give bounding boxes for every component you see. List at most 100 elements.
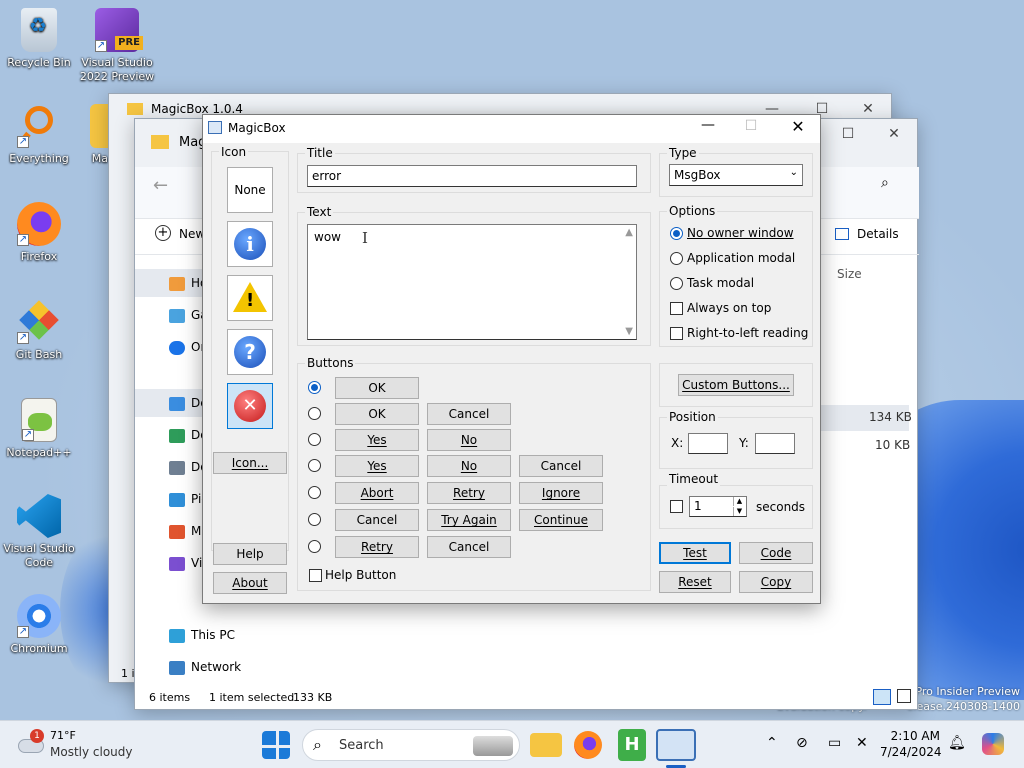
magicbox-taskbar-icon[interactable]: [656, 729, 696, 761]
btn-ok[interactable]: OK: [335, 377, 419, 399]
option-task-modal-radio[interactable]: [670, 277, 683, 290]
rtl-reading-checkbox[interactable]: [670, 327, 683, 340]
maximize-button[interactable]: ☐: [736, 118, 766, 134]
buttons-abort-retry-ignore-radio[interactable]: [308, 486, 321, 499]
help-button[interactable]: Help: [213, 543, 287, 565]
timeout-spinner[interactable]: 1 ▲ ▼: [689, 496, 747, 517]
network-off-icon[interactable]: ⊘: [796, 735, 808, 751]
reset-button[interactable]: Reset: [659, 571, 731, 593]
btn-cancel[interactable]: Cancel: [427, 403, 511, 425]
position-y-input[interactable]: [755, 433, 795, 454]
weather-widget[interactable]: 1 71°F Mostly cloudy: [14, 727, 154, 763]
nav-item-pictures[interactable]: Pic: [135, 485, 208, 513]
icon-info-button[interactable]: i: [227, 221, 273, 267]
size-column-header[interactable]: Size: [837, 267, 862, 281]
buttons-cancel-try-continue-radio[interactable]: [308, 513, 321, 526]
buttons-ok-radio[interactable]: [308, 381, 321, 394]
btn-abort[interactable]: Abort: [335, 482, 419, 504]
scroll-up-icon[interactable]: ▲: [625, 227, 633, 238]
desktop-icon-chromium[interactable]: ↗ Chromium: [0, 594, 78, 656]
btn-no[interactable]: No: [427, 455, 511, 477]
magicbox-dialog[interactable]: MagicBox — ☐ ✕ Icon None i ! ? ✕ Icon...…: [202, 114, 821, 604]
text-input[interactable]: wow I ▲ ▼: [307, 224, 637, 340]
back-arrow-icon[interactable]: ←: [153, 175, 168, 196]
timeout-checkbox[interactable]: [670, 500, 683, 513]
desktop-icon-visual-studio-preview[interactable]: PRE ↗ Visual Studio 2022 Preview: [78, 8, 156, 84]
scroll-down-icon[interactable]: ▼: [625, 326, 633, 337]
clock-date[interactable]: 7/24/2024: [880, 745, 942, 759]
desktop-icon-vscode[interactable]: Visual Studio Code: [0, 494, 78, 570]
close-button[interactable]: ✕: [783, 117, 813, 136]
desktop-icon-notepadpp[interactable]: ↗ Notepad++: [0, 398, 78, 460]
spinner-down-icon[interactable]: ▼: [733, 507, 745, 516]
btn-no[interactable]: No: [427, 429, 511, 451]
icon-error-button[interactable]: ✕: [227, 383, 273, 429]
btn-yes[interactable]: Yes: [335, 455, 419, 477]
chevron-up-icon[interactable]: ⌃: [766, 735, 778, 751]
buttons-yes-no-radio[interactable]: [308, 433, 321, 446]
help-button-checkbox[interactable]: [309, 569, 322, 582]
start-windows-icon[interactable]: [262, 731, 290, 759]
btn-cancel[interactable]: Cancel: [519, 455, 603, 477]
volume-muted-icon[interactable]: ✕: [856, 735, 868, 751]
taskbar-search[interactable]: ⌕ Search: [302, 729, 520, 761]
nav-item-this-pc[interactable]: This PC: [135, 621, 235, 649]
test-button[interactable]: Test: [659, 542, 731, 564]
desktop-icon-everything[interactable]: ↗ Everything: [0, 104, 78, 166]
always-on-top-checkbox[interactable]: [670, 302, 683, 315]
file-explorer-icon[interactable]: [530, 733, 562, 757]
buttons-ok-cancel-radio[interactable]: [308, 407, 321, 420]
option-no-owner-radio[interactable]: [670, 227, 683, 240]
display-icon[interactable]: ▭: [828, 735, 841, 751]
btn-cancel[interactable]: Cancel: [427, 536, 511, 558]
btn-ignore[interactable]: Ignore: [519, 482, 603, 504]
new-plus-icon[interactable]: +: [155, 225, 171, 241]
details-button[interactable]: Details: [857, 227, 899, 241]
nav-item-network[interactable]: Network: [135, 653, 241, 681]
spinner-up-icon[interactable]: ▲: [733, 497, 745, 506]
search-icon[interactable]: ⌕: [881, 175, 889, 191]
btn-cancel[interactable]: Cancel: [335, 509, 419, 531]
firefox-icon[interactable]: [574, 731, 602, 759]
nav-item-downloads[interactable]: Do: [135, 421, 208, 449]
btn-continue[interactable]: Continue: [519, 509, 603, 531]
nav-item-gallery[interactable]: Ga: [135, 301, 208, 329]
title-input[interactable]: error: [307, 165, 637, 187]
desktop-icon-firefox[interactable]: ↗ Firefox: [0, 202, 78, 264]
btn-try-again[interactable]: Try Again: [427, 509, 511, 531]
type-select[interactable]: MsgBox ⌄: [669, 164, 803, 186]
desktop-icon: [169, 396, 185, 411]
option-app-modal-radio[interactable]: [670, 252, 683, 265]
copilot-icon[interactable]: [982, 733, 1004, 755]
btn-ok[interactable]: OK: [335, 403, 419, 425]
nav-item-videos[interactable]: Vic: [135, 549, 209, 577]
nav-item-music[interactable]: Mu: [135, 517, 209, 545]
icon-question-button[interactable]: ?: [227, 329, 273, 375]
clock-time[interactable]: 2:10 AM: [884, 729, 940, 743]
desktop-icon-folder[interactable]: Ma: [78, 104, 108, 166]
code-button[interactable]: Code: [739, 542, 813, 564]
close-button[interactable]: ✕: [871, 119, 917, 149]
icon-warning-button[interactable]: !: [227, 275, 273, 321]
copy-button[interactable]: Copy: [739, 571, 813, 593]
buttons-retry-cancel-radio[interactable]: [308, 540, 321, 553]
custom-buttons-button[interactable]: Custom Buttons...: [678, 374, 794, 396]
btn-yes[interactable]: Yes: [335, 429, 419, 451]
desktop-icon-recycle-bin[interactable]: ♻ Recycle Bin: [0, 8, 78, 70]
buttons-yes-no-cancel-radio[interactable]: [308, 459, 321, 472]
tiles-view-icon[interactable]: [897, 689, 911, 703]
maximize-button[interactable]: ☐: [825, 119, 871, 149]
btn-retry[interactable]: Retry: [335, 536, 419, 558]
details-view-icon[interactable]: [873, 689, 891, 705]
notification-bell-icon[interactable]: 🔔︎: [948, 735, 966, 751]
hex-editor-icon[interactable]: H: [618, 729, 646, 761]
icon-choose-button[interactable]: Icon...: [213, 452, 287, 474]
minimize-button[interactable]: —: [693, 117, 723, 133]
nav-item-documents[interactable]: Do: [135, 453, 208, 481]
icon-none-button[interactable]: None: [227, 167, 273, 213]
nav-item-onedrive[interactable]: Or: [135, 333, 205, 361]
desktop-icon-git-bash[interactable]: ↗ Git Bash: [0, 300, 78, 362]
about-button[interactable]: About: [213, 572, 287, 594]
btn-retry[interactable]: Retry: [427, 482, 511, 504]
position-x-input[interactable]: [688, 433, 728, 454]
